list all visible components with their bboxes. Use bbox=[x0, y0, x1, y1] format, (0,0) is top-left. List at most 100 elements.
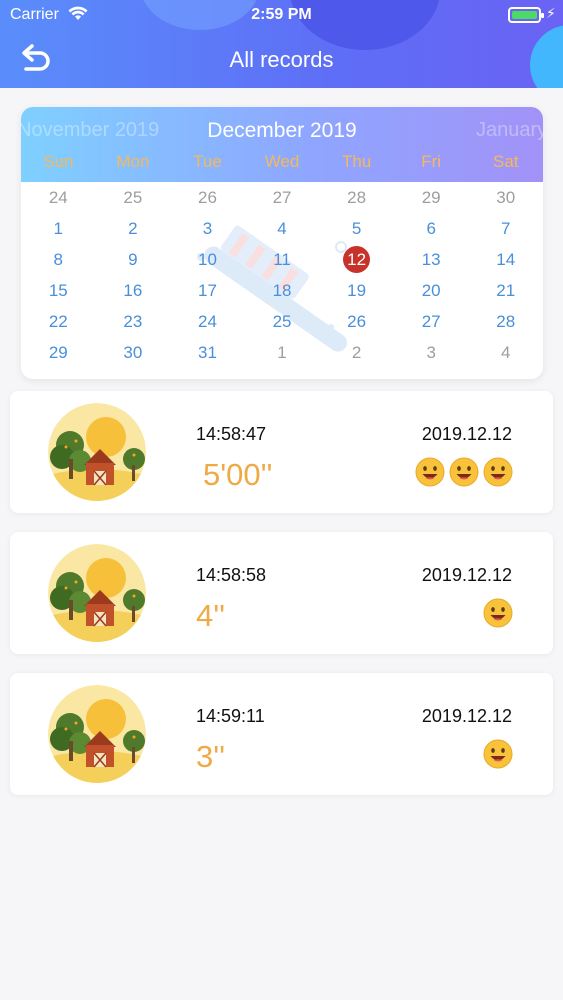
record-time: 14:59:11 bbox=[196, 706, 265, 726]
calendar-day-number: 2 bbox=[128, 219, 138, 238]
farm-barn-icon bbox=[48, 403, 146, 501]
calendar-day-number: 16 bbox=[123, 281, 143, 300]
record-date: 2019.12.12 bbox=[421, 424, 512, 444]
calendar-day-number: 31 bbox=[197, 343, 217, 362]
calendar-day[interactable]: 26 bbox=[319, 306, 394, 337]
calendar-day[interactable]: 17 bbox=[170, 275, 245, 306]
record-time: 14:58:47 bbox=[196, 424, 267, 444]
calendar-day-number: 28 bbox=[496, 312, 516, 331]
calendar-week-row: 8 9 10 11 12 13 14 bbox=[21, 244, 543, 275]
calendar-day[interactable]: 28 bbox=[468, 306, 543, 337]
calendar-month-title: December 2019 bbox=[207, 119, 357, 142]
calendar-week-row: 24 25 26 27 28 29 30 bbox=[21, 182, 543, 213]
calendar-day[interactable]: 28 bbox=[319, 182, 394, 213]
calendar-day-number: 26 bbox=[197, 188, 217, 207]
app-header: Carrier 2:59 PM ⚡ All records bbox=[0, 0, 563, 88]
smiley-face-icon bbox=[483, 598, 513, 628]
calendar-day[interactable]: 14 bbox=[468, 244, 543, 275]
calendar-day[interactable]: 19 bbox=[319, 275, 394, 306]
calendar-day[interactable]: 3 bbox=[170, 213, 245, 244]
calendar-day-number: 30 bbox=[496, 188, 516, 207]
calendar-day[interactable]: 31 bbox=[170, 337, 245, 368]
next-month-label[interactable]: January bbox=[476, 119, 543, 142]
calendar-day[interactable]: 30 bbox=[468, 182, 543, 213]
calendar-day[interactable]: 16 bbox=[96, 275, 171, 306]
calendar-day[interactable]: 22 bbox=[21, 306, 96, 337]
calendar-day[interactable]: 2 bbox=[96, 213, 171, 244]
record-card[interactable]: 14:58:47 2019.12.12 5'00'' bbox=[10, 391, 553, 513]
calendar-day[interactable]: 25 bbox=[245, 306, 320, 337]
farm-barn-icon bbox=[48, 544, 146, 642]
calendar-day[interactable]: 27 bbox=[394, 306, 469, 337]
calendar-day[interactable]: 6 bbox=[394, 213, 469, 244]
calendar-day[interactable]: 15 bbox=[21, 275, 96, 306]
calendar-day[interactable]: 24 bbox=[21, 182, 96, 213]
calendar-day-number: 11 bbox=[273, 250, 291, 269]
calendar-day[interactable]: 10 bbox=[170, 244, 245, 275]
calendar-day[interactable]: 11 bbox=[245, 244, 320, 275]
calendar-day[interactable]: 30 bbox=[96, 337, 171, 368]
calendar-day[interactable]: 18 bbox=[245, 275, 320, 306]
record-duration: 4'' bbox=[196, 598, 226, 633]
weekday-label: Sun bbox=[43, 152, 74, 171]
calendar-day[interactable]: 29 bbox=[394, 182, 469, 213]
calendar-day-number: 24 bbox=[197, 312, 217, 331]
calendar-day-number: 10 bbox=[197, 250, 217, 269]
record-card[interactable]: 14:58:58 2019.12.12 4'' bbox=[10, 532, 553, 654]
calendar-day[interactable]: 2 bbox=[319, 337, 394, 368]
calendar-day[interactable]: 8 bbox=[21, 244, 96, 275]
record-card[interactable]: 14:59:11 2019.12.12 3'' bbox=[10, 673, 553, 795]
calendar-day-number: 23 bbox=[123, 312, 143, 331]
record-date: 2019.12.12 bbox=[421, 565, 512, 585]
calendar-day[interactable]: 21 bbox=[468, 275, 543, 306]
calendar-header: November 2019 December 2019 January Sun … bbox=[21, 107, 543, 182]
calendar-day[interactable]: 3 bbox=[394, 337, 469, 368]
calendar: November 2019 December 2019 January Sun … bbox=[21, 107, 543, 379]
calendar-day[interactable]: 23 bbox=[96, 306, 171, 337]
calendar-day-number: 9 bbox=[128, 250, 138, 269]
calendar-day[interactable]: 4 bbox=[245, 213, 320, 244]
calendar-day[interactable]: 1 bbox=[245, 337, 320, 368]
calendar-day[interactable]: 27 bbox=[245, 182, 320, 213]
calendar-day[interactable]: 5 bbox=[319, 213, 394, 244]
rating-faces bbox=[483, 739, 513, 769]
calendar-day-number: 8 bbox=[53, 250, 64, 269]
calendar-day-number: 24 bbox=[48, 188, 68, 207]
rating-faces bbox=[483, 598, 513, 628]
battery-icon bbox=[508, 7, 544, 23]
farm-barn-icon bbox=[48, 685, 146, 783]
calendar-day[interactable]: 9 bbox=[96, 244, 171, 275]
calendar-day-number: 15 bbox=[48, 281, 68, 300]
calendar-day-number: 21 bbox=[496, 281, 516, 300]
calendar-day-number: 25 bbox=[272, 312, 292, 331]
calendar-day-number: 22 bbox=[48, 312, 68, 331]
record-time: 14:58:58 bbox=[196, 565, 267, 585]
weekday-label: Wed bbox=[264, 152, 300, 171]
calendar-day-today[interactable]: 12 bbox=[319, 244, 394, 275]
calendar-day[interactable]: 26 bbox=[170, 182, 245, 213]
calendar-day[interactable]: 25 bbox=[96, 182, 171, 213]
calendar-day-number: 6 bbox=[426, 219, 436, 238]
page-title: All records bbox=[229, 47, 334, 72]
calendar-week-row: 1 2 3 4 5 6 7 bbox=[21, 213, 543, 244]
calendar-day-number: 3 bbox=[202, 219, 213, 238]
charging-bolt-icon: ⚡ bbox=[546, 5, 556, 21]
calendar-day-number: 20 bbox=[421, 281, 441, 300]
calendar-day[interactable]: 7 bbox=[468, 213, 543, 244]
weekday-label: Fri bbox=[421, 152, 442, 171]
calendar-day-number: 26 bbox=[347, 312, 367, 331]
weekday-label: Thu bbox=[341, 152, 372, 171]
calendar-day-number: 14 bbox=[496, 250, 516, 269]
calendar-day[interactable]: 1 bbox=[21, 213, 96, 244]
calendar-day[interactable]: 13 bbox=[394, 244, 469, 275]
calendar-day[interactable]: 29 bbox=[21, 337, 96, 368]
calendar-day[interactable]: 4 bbox=[468, 337, 543, 368]
weekday-row: Sun Mon Tue Wed Thu Fri Sat bbox=[21, 152, 543, 172]
smiley-face-icon bbox=[449, 457, 479, 487]
calendar-day-number: 19 bbox=[347, 281, 367, 300]
record-date: 2019.12.12 bbox=[421, 706, 512, 726]
calendar-day-number: 18 bbox=[272, 281, 292, 300]
calendar-day[interactable]: 20 bbox=[394, 275, 469, 306]
smiley-face-icon bbox=[415, 457, 445, 487]
calendar-day[interactable]: 24 bbox=[170, 306, 245, 337]
